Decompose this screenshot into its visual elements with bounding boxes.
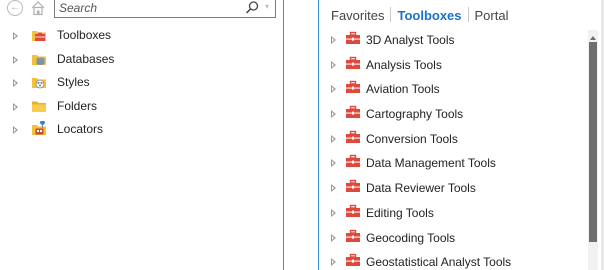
catalog-item-databases[interactable]: Databases	[0, 50, 284, 74]
catalog-item-label: Locators	[57, 122, 104, 137]
catalog-item-folders[interactable]: Folders	[0, 97, 284, 121]
toolbox-icon	[345, 253, 361, 267]
expand-icon[interactable]	[13, 126, 18, 135]
toolbox-label: Aviation Tools	[366, 82, 440, 97]
expand-icon[interactable]	[331, 36, 336, 44]
expand-icon[interactable]	[331, 85, 336, 94]
search-icon[interactable]	[244, 0, 260, 16]
toolbox-item-geostatistical-analyst[interactable]: Geostatistical Analyst Tools	[319, 252, 589, 270]
toolbox-icon	[345, 204, 361, 218]
expand-icon[interactable]	[331, 208, 336, 217]
toolbox-label: Data Management Tools	[366, 156, 496, 171]
tab-divider	[467, 7, 469, 22]
toolbox-icon	[345, 154, 361, 168]
expand-icon[interactable]	[331, 60, 336, 69]
toolbox-label: Editing Tools	[366, 205, 434, 220]
expand-icon[interactable]	[331, 134, 336, 143]
toolbox-label: Cartography Tools	[366, 107, 464, 122]
scroll-up-arrow-icon[interactable]	[589, 31, 597, 40]
toolbox-icon	[345, 56, 361, 70]
expand-icon[interactable]	[13, 55, 18, 64]
toolbox-icon	[345, 31, 361, 45]
search-options-dropdown[interactable]: ▾	[262, 0, 272, 14]
expand-icon[interactable]	[13, 79, 18, 88]
expand-icon[interactable]	[13, 32, 18, 40]
toolbox-label: Conversion Tools	[366, 131, 458, 146]
folder-icon	[31, 98, 47, 114]
toolbox-icon	[345, 80, 361, 94]
geoprocessing-pane: Favorites Toolboxes Portal 3D Analyst Tool…	[318, 0, 604, 270]
expand-icon[interactable]	[331, 184, 336, 193]
tab-portal[interactable]: Portal	[475, 8, 509, 23]
toolbox-label: Geostatistical Analyst Tools	[366, 255, 512, 270]
toolbox-label: Analysis Tools	[366, 57, 442, 72]
search-box[interactable]: ▾	[54, 0, 276, 18]
toolbox-item-aviation[interactable]: Aviation Tools	[319, 79, 589, 104]
catalog-item-toolboxes[interactable]: Toolboxes	[0, 26, 284, 50]
toolbox-icon	[345, 105, 361, 119]
tab-divider	[390, 7, 392, 22]
catalog-item-label: Toolboxes	[57, 28, 112, 42]
catalog-item-styles[interactable]: Styles	[0, 73, 284, 97]
expand-icon[interactable]	[331, 159, 336, 168]
toolbox-scrollbar-thumb[interactable]	[589, 42, 597, 242]
expand-icon[interactable]	[331, 110, 336, 119]
back-arrow-icon[interactable]: ←	[7, 0, 23, 16]
tab-toolboxes[interactable]: Toolboxes	[397, 8, 461, 23]
expand-icon[interactable]	[331, 233, 336, 242]
toolbox-item-geocoding[interactable]: Geocoding Tools	[319, 228, 589, 253]
toolbox-item-cartography[interactable]: Cartography Tools	[319, 104, 589, 129]
toolbox-item-conversion[interactable]: Conversion Tools	[319, 129, 589, 154]
catalog-item-label: Styles	[57, 75, 90, 90]
catalog-item-label: Folders	[57, 98, 98, 113]
toolbox-item-editing[interactable]: Editing Tools	[319, 203, 589, 228]
home-icon[interactable]	[30, 0, 46, 16]
catalog-pane: ← ▾	[0, 0, 284, 270]
toolbox-label: Data Reviewer Tools	[366, 181, 476, 196]
catalog-nav-bar: ← ▾	[0, 0, 284, 22]
toolbox-item-data-reviewer[interactable]: Data Reviewer Tools	[319, 178, 589, 203]
toolbox-label: 3D Analyst Tools	[366, 33, 455, 47]
toolbox-icon	[345, 130, 361, 144]
tab-favorites[interactable]: Favorites	[331, 8, 384, 23]
locator-folder-icon	[31, 120, 47, 137]
expand-icon[interactable]	[331, 258, 336, 267]
catalog-tree: Toolboxes Databases Styles Folders Locat…	[0, 26, 284, 144]
expand-icon[interactable]	[13, 102, 18, 111]
toolbox-label: Geocoding Tools	[366, 230, 456, 245]
toolbox-item-data-management[interactable]: Data Management Tools	[319, 153, 589, 178]
styles-folder-icon	[31, 74, 47, 90]
toolbox-list: 3D Analyst Tools Analysis Tools Aviation…	[319, 30, 589, 270]
toolbox-icon	[345, 179, 361, 193]
geoprocessing-tabs: Favorites Toolboxes Portal	[331, 7, 508, 25]
toolbox-item-3d-analyst[interactable]: 3D Analyst Tools	[319, 30, 589, 55]
catalog-item-label: Databases	[57, 51, 115, 66]
toolbox-folder-icon	[31, 27, 47, 43]
toolbox-item-analysis[interactable]: Analysis Tools	[319, 55, 589, 80]
toolbox-icon	[345, 229, 361, 243]
database-folder-icon	[31, 51, 47, 67]
catalog-item-locators[interactable]: Locators	[0, 120, 284, 144]
search-input[interactable]	[59, 0, 239, 16]
